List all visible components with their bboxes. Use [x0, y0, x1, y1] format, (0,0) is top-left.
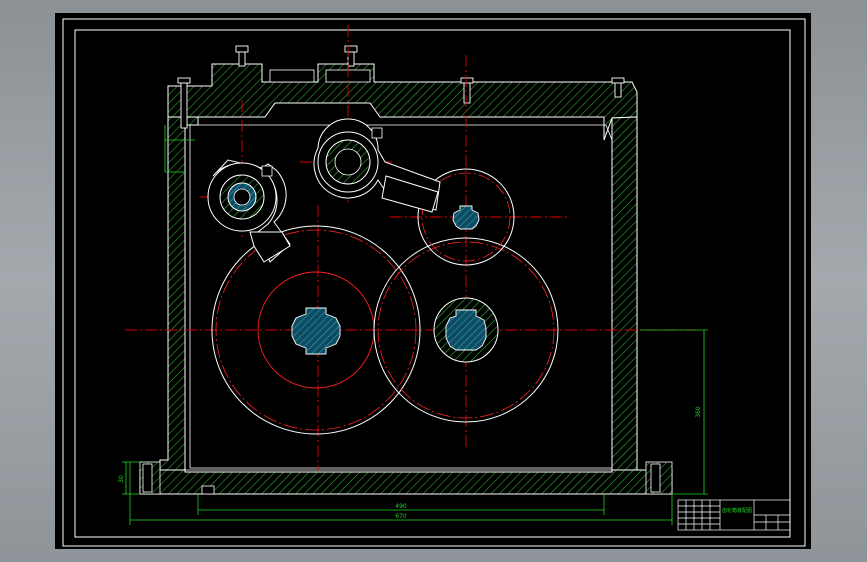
- dim-overall-width: 670: [395, 513, 407, 520]
- title-block-drawing-name: 齿轮箱装配图: [722, 507, 752, 514]
- dim-base-thickness: 30: [118, 475, 125, 483]
- base-plate: [139, 469, 673, 495]
- dim-center-height: 360: [695, 406, 702, 418]
- right-wall: [611, 116, 638, 471]
- dim-base-width: 490: [395, 503, 407, 510]
- cad-drawing: 670 490 360 30 齿轮箱装配图: [55, 13, 811, 549]
